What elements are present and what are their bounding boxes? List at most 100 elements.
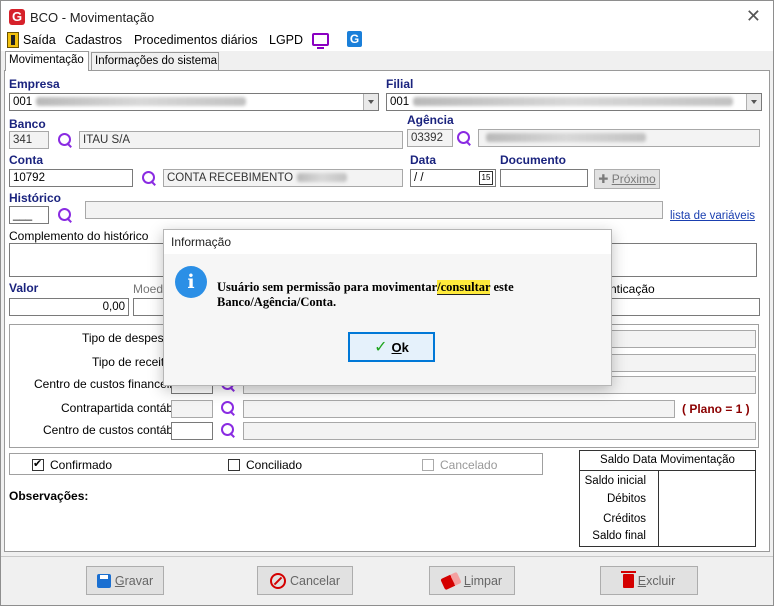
dialog-message: Usuário sem permissão para movimentar/co… [217, 280, 514, 309]
agencia-name-redacted [486, 133, 646, 143]
g-app-icon[interactable]: G [347, 31, 362, 47]
conta-code: 10792 [13, 172, 45, 184]
valor-field[interactable]: 0,00 [9, 298, 129, 316]
conciliado-label: Conciliado [246, 458, 303, 472]
checkbox-checked-icon [32, 457, 44, 471]
documento-label: Documento [500, 153, 566, 167]
conta-label: Conta [9, 153, 43, 167]
centro-custos-contabil-search-icon[interactable] [220, 422, 236, 438]
menu-procedimentos-diarios[interactable]: Procedimentos diários [134, 33, 258, 47]
tab-movimentacao[interactable]: Movimentação [5, 51, 89, 71]
excluir-button[interactable]: Excluir [600, 566, 698, 595]
conta-code-field[interactable]: 10792 [9, 169, 133, 187]
cancelar-button[interactable]: Cancelar [257, 566, 353, 595]
checkbox-icon [422, 459, 434, 471]
status-checkbox-group: Confirmado Conciliado Cancelado [9, 453, 543, 475]
banco-code-field[interactable]: 341 [9, 131, 49, 149]
information-dialog: Informação i Usuário sem permissão para … [163, 229, 612, 386]
footer-divider [1, 556, 773, 557]
historico-desc-field [85, 201, 663, 219]
title-bar: G BCO - Movimentação ✕ [1, 1, 773, 33]
ok-button[interactable]: ✓ Ok [348, 332, 435, 362]
documento-field[interactable] [500, 169, 588, 187]
gravar-label: Gravar [114, 573, 154, 588]
tipo-despesa-desc-field [610, 330, 756, 348]
data-label: Data [410, 153, 437, 167]
filial-name-redacted [413, 97, 734, 107]
monitor-icon[interactable] [312, 33, 329, 49]
filial-value: 001 [390, 96, 410, 108]
variables-list-link[interactable]: lista de variáveis [670, 210, 755, 222]
tipo-receita-desc-field [610, 354, 756, 372]
menu-saida[interactable]: Saída [23, 33, 56, 47]
conta-search-icon[interactable] [141, 170, 157, 186]
banco-name: ITAU S/A [83, 134, 131, 146]
menu-bar: Saída Cadastros Procedimentos diários LG… [1, 31, 773, 51]
banco-search-icon[interactable] [57, 132, 73, 148]
highlighted-text: /consultar [437, 280, 491, 295]
saldo-final-label: Saldo final [592, 530, 646, 542]
chevron-down-icon[interactable] [363, 94, 378, 110]
eraser-icon [440, 571, 462, 590]
banco-label: Banco [9, 117, 46, 131]
menu-lgpd[interactable]: LGPD [269, 33, 303, 47]
exit-door-icon[interactable] [7, 32, 19, 48]
complemento-label: Complemento do histórico [9, 229, 149, 243]
conta-name: CONTA RECEBIMENTO [167, 172, 294, 184]
cancelado-label: Cancelado [440, 458, 498, 472]
saldo-inicial-label: Saldo inicial [584, 475, 646, 487]
contrapartida-contabil-search-icon[interactable] [220, 400, 236, 416]
saldo-creditos-label: Créditos [603, 513, 646, 525]
empresa-label: Empresa [9, 77, 60, 91]
valor-label: Valor [9, 281, 39, 295]
centro-custos-contabil-field[interactable] [171, 422, 213, 440]
centro-custos-financeiro-label: Centro de custos financeiro [34, 377, 181, 391]
limpar-button[interactable]: Limpar [429, 566, 515, 595]
historico-code-field[interactable]: ___ [9, 206, 49, 224]
chevron-down-icon[interactable] [746, 94, 761, 110]
saldo-divider [658, 471, 659, 546]
autenticacao-field[interactable] [610, 298, 760, 316]
empresa-select[interactable]: 001 [9, 93, 379, 111]
gravar-button[interactable]: Gravar [86, 566, 164, 595]
autenticacao-label: nticação [610, 282, 655, 296]
main-window: G BCO - Movimentação ✕ Saída Cadastros P… [0, 0, 774, 606]
tab-informacoes-sistema[interactable]: Informações do sistema [91, 52, 219, 70]
ok-label: Ok [391, 339, 409, 355]
confirmado-label: Confirmado [50, 458, 113, 472]
saldo-title: Saldo Data Movimentação [580, 451, 755, 471]
contrapartida-contabil-label: Contrapartida contábil [61, 401, 179, 415]
agencia-search-icon[interactable] [456, 130, 472, 146]
contrapartida-contabil-desc-field [243, 400, 675, 418]
proximo-button[interactable]: ✚ Próximo [594, 169, 660, 189]
empresa-name-redacted [36, 97, 247, 107]
close-icon[interactable]: ✕ [746, 6, 761, 27]
trash-icon [620, 570, 636, 588]
proximo-label: Próximo [611, 172, 656, 186]
save-icon [96, 573, 111, 588]
agencia-code: 03392 [411, 132, 443, 144]
cancel-icon [269, 572, 286, 589]
contrapartida-contabil-field[interactable] [171, 400, 213, 418]
excluir-label: Excluir [637, 573, 676, 588]
plano-label: ( Plano = 1 ) [682, 402, 750, 416]
agencia-name-field [478, 129, 760, 147]
agencia-label: Agência [407, 113, 454, 127]
plus-icon: ✚ [598, 172, 612, 186]
menu-cadastros[interactable]: Cadastros [65, 33, 122, 47]
conciliado-checkbox[interactable]: Conciliado [228, 458, 302, 472]
tipo-receita-label: Tipo de receita [92, 355, 171, 369]
tipo-despesa-label: Tipo de despesa [82, 331, 171, 345]
confirmado-checkbox[interactable]: Confirmado [32, 457, 113, 472]
filial-label: Filial [386, 77, 414, 91]
conta-name-field: CONTA RECEBIMENTO [163, 169, 403, 187]
historico-label: Histórico [9, 191, 62, 205]
limpar-label: Limpar [463, 573, 503, 588]
filial-select[interactable]: 001 [386, 93, 762, 111]
historico-search-icon[interactable] [57, 207, 73, 223]
saldo-summary-box: Saldo Data Movimentação Saldo inicial Dé… [579, 450, 756, 547]
data-value: / / [414, 172, 424, 184]
calendar-icon[interactable]: 15 [479, 171, 493, 185]
agencia-code-field[interactable]: 03392 [407, 129, 453, 147]
centro-custos-contabil-label: Centro de custos contábil [43, 423, 179, 437]
